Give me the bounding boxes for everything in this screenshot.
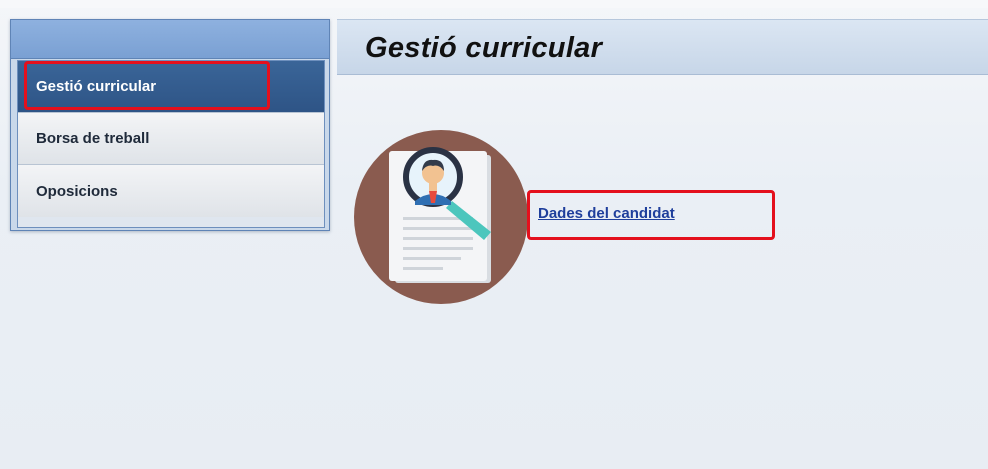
sidebar-menu: Gestió curricular Borsa de treball Oposi… bbox=[17, 60, 325, 228]
sidebar-item-gestio-curricular[interactable]: Gestió curricular bbox=[18, 61, 324, 113]
sidebar: Gestió curricular Borsa de treball Oposi… bbox=[10, 19, 330, 231]
sidebar-item-borsa-de-treball[interactable]: Borsa de treball bbox=[18, 113, 324, 165]
page-title: Gestió curricular bbox=[365, 32, 603, 64]
resume-magnifier-icon[interactable] bbox=[353, 129, 529, 305]
sidebar-item-oposicions[interactable]: Oposicions bbox=[18, 165, 324, 217]
dades-del-candidat-link[interactable]: Dades del candidat bbox=[538, 205, 675, 222]
top-strip bbox=[0, 0, 988, 8]
sidebar-item-label: Gestió curricular bbox=[36, 78, 157, 95]
sidebar-item-label: Borsa de treball bbox=[36, 130, 150, 147]
sidebar-header bbox=[11, 20, 329, 59]
sidebar-item-label: Oposicions bbox=[36, 182, 118, 200]
page-header: Gestió curricular bbox=[337, 19, 988, 75]
